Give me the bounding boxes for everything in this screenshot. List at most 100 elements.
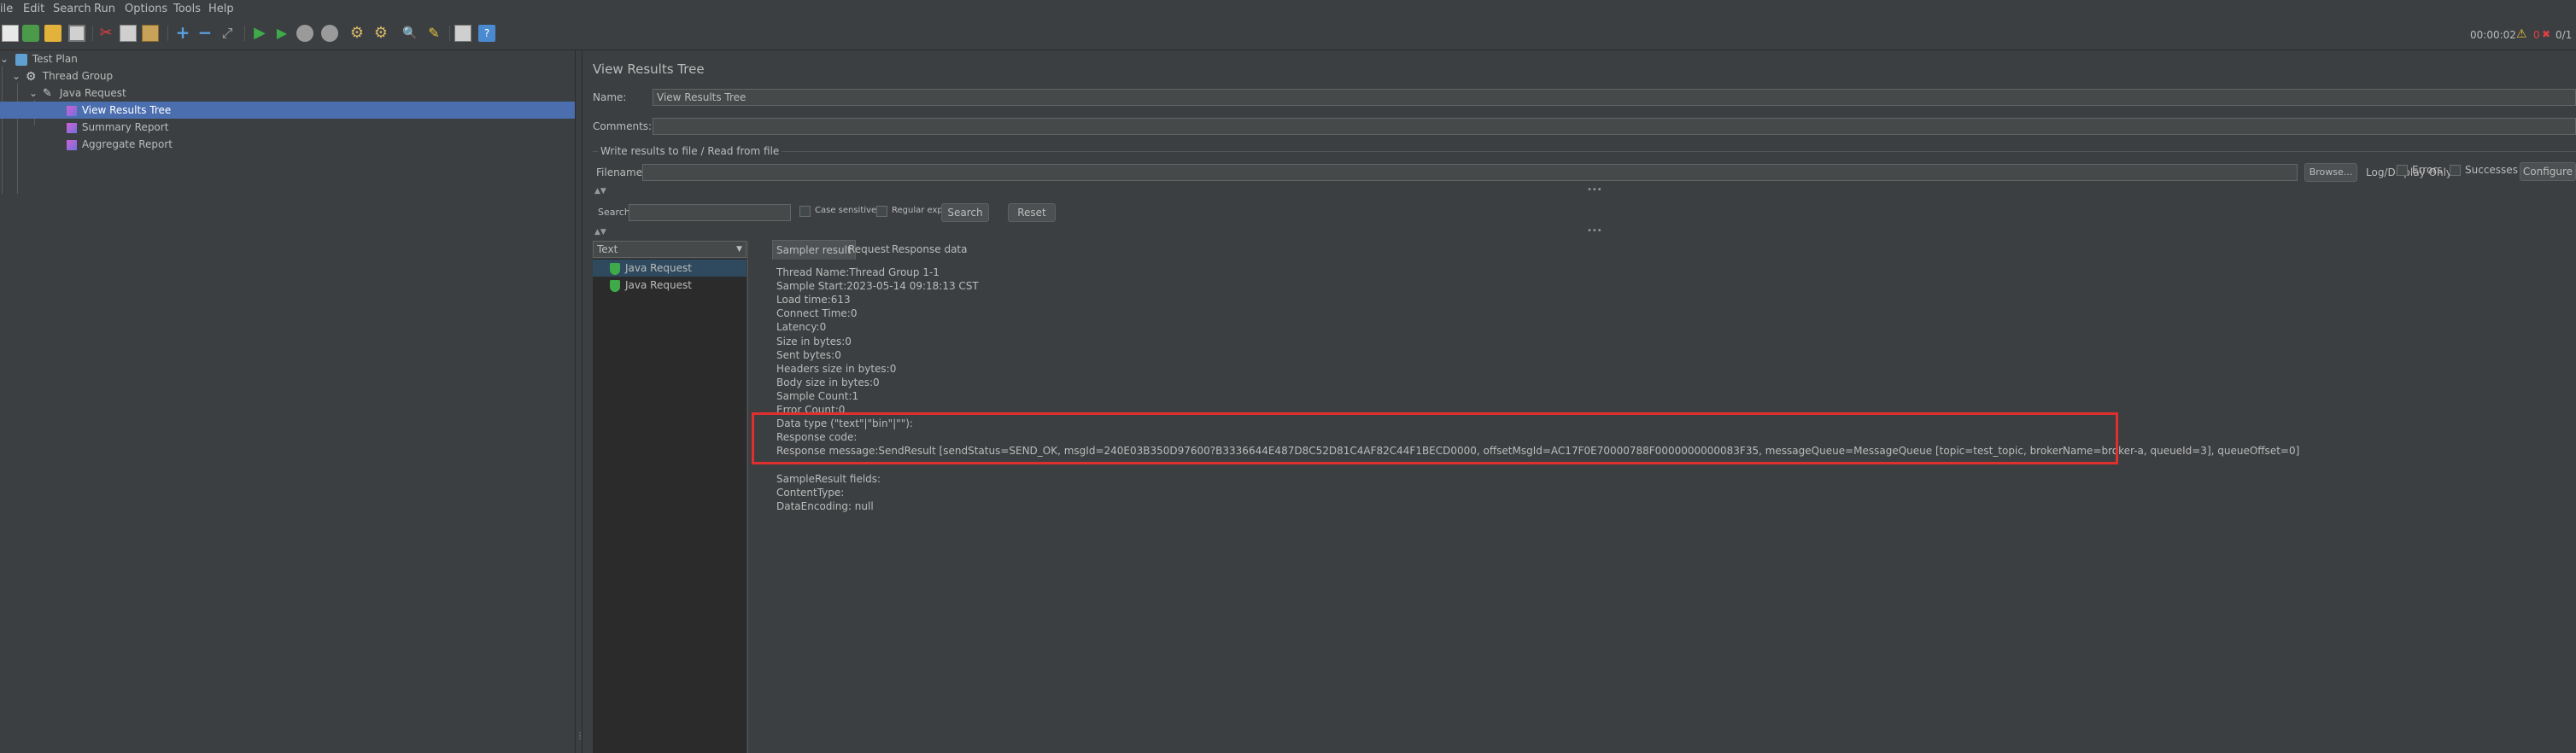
paste-icon[interactable]	[142, 25, 159, 42]
listener-icon	[66, 105, 77, 116]
renderer-select[interactable]: Text ▼	[593, 241, 746, 258]
results-splitter[interactable]	[747, 241, 753, 753]
menu-search[interactable]: Search	[53, 3, 91, 15]
filename-field[interactable]	[642, 164, 2298, 181]
tree-item-java-request[interactable]: ⌄ ✎ Java Request	[29, 85, 575, 102]
tree-item-test-plan[interactable]: ⌄ Test Plan	[0, 50, 575, 67]
tree-item-label: Thread Group	[42, 70, 114, 82]
tree-item-summary-report[interactable]: Summary Report	[0, 119, 575, 136]
expand-icon[interactable]: +	[174, 24, 191, 42]
errors-checkbox[interactable]	[2397, 165, 2408, 176]
toggle-icon[interactable]: ⤢	[219, 25, 236, 42]
browse-button[interactable]: Browse...	[2304, 163, 2357, 182]
tab-sampler-result[interactable]: Sampler result	[772, 240, 856, 260]
search-button[interactable]: Search	[941, 203, 989, 222]
sampler-result-line: Thread Name:Thread Group 1-1	[776, 266, 940, 278]
new-icon[interactable]	[2, 25, 19, 42]
tree-item-label: Summary Report	[81, 121, 169, 133]
sampler-result-line: Sample Count:1	[776, 389, 859, 402]
help-icon[interactable]: ?	[478, 25, 495, 42]
result-tabs: Sampler result Request Response data	[772, 240, 2576, 260]
sampler-result-line: Sample Start:2023-05-14 09:18:13 CST	[776, 280, 979, 293]
start-no-pause-icon[interactable]: ▶	[273, 25, 290, 42]
error-icon: ✖	[2542, 28, 2551, 40]
configure-button[interactable]: Configure	[2520, 162, 2576, 181]
function-helper-icon[interactable]	[454, 25, 471, 42]
shutdown-icon[interactable]	[321, 25, 338, 42]
drag-handle-icon[interactable]: •••	[1587, 185, 1602, 195]
page-title: View Results Tree	[593, 61, 705, 77]
copy-icon[interactable]	[120, 25, 137, 42]
collapse-arrows-icon[interactable]: ▲▼	[594, 228, 606, 236]
result-item-label: Java Request	[625, 262, 692, 274]
menu-run[interactable]: Run	[94, 3, 115, 15]
result-item-label: Java Request	[625, 279, 692, 291]
tree-item-aggregate-report[interactable]: Aggregate Report	[0, 136, 575, 153]
success-shield-icon	[610, 262, 620, 275]
comments-field[interactable]	[653, 118, 2576, 135]
chevron-down-icon[interactable]: ▼	[736, 242, 742, 257]
menu-options[interactable]: Options	[125, 3, 167, 15]
chevron-down-icon[interactable]: ⌄	[29, 85, 39, 102]
regular-exp-checkbox[interactable]	[876, 206, 887, 217]
drag-handle-icon[interactable]: •••	[1587, 226, 1602, 236]
tab-response-data[interactable]: Response data	[888, 240, 970, 259]
test-plan-icon	[15, 53, 27, 66]
renderer-select-value: Text	[597, 243, 618, 255]
stop-icon[interactable]	[296, 25, 313, 42]
sampler-result-line: Body size in bytes:0	[776, 376, 880, 388]
menu-edit[interactable]: Edit	[23, 3, 44, 15]
filename-label: Filename	[596, 166, 643, 178]
elapsed-time: 00:00:02	[2470, 29, 2516, 41]
tree-panel-splitter[interactable]: ⋮	[575, 50, 584, 753]
cut-icon[interactable]: ✂	[97, 25, 114, 42]
toolbar-separator	[167, 26, 168, 41]
sampler-result-line: SampleResult fields:	[776, 472, 881, 485]
save-icon[interactable]	[68, 25, 85, 42]
case-sensitive-label: Case sensitive	[815, 206, 877, 215]
result-item[interactable]: Java Request	[593, 260, 746, 277]
thread-count: 0/1	[2556, 29, 2573, 41]
tree-item-label: Java Request	[59, 87, 126, 99]
highlight-box	[752, 412, 2118, 464]
chevron-down-icon[interactable]: ⌄	[0, 50, 12, 67]
name-field[interactable]: View Results Tree	[653, 89, 2576, 106]
tab-request[interactable]: Request	[845, 240, 893, 259]
search-icon[interactable]: 🔍	[401, 25, 419, 42]
sampler-result-line: Headers size in bytes:0	[776, 362, 897, 375]
tree-item-thread-group[interactable]: ⌄ ⚙ Thread Group	[12, 67, 575, 85]
clear-all-icon[interactable]: ⚙	[372, 25, 389, 42]
reset-search-icon[interactable]: ✎	[425, 25, 442, 42]
menu-bar: ile Edit Search Run Options Tools Help	[0, 0, 2576, 19]
clear-icon[interactable]: ⚙	[348, 25, 366, 42]
tree-item-label: Test Plan	[32, 53, 78, 65]
file-group-label: Write results to file / Read from file	[598, 145, 782, 157]
name-label: Name:	[593, 91, 627, 103]
search-input[interactable]	[629, 204, 791, 221]
open-icon[interactable]	[44, 25, 61, 42]
templates-icon[interactable]	[22, 25, 39, 42]
comments-label: Comments:	[593, 120, 653, 132]
collapse-arrows-icon[interactable]: ▲▼	[594, 187, 606, 196]
tree-item-view-results-tree[interactable]: View Results Tree	[0, 102, 575, 119]
java-request-icon: ✎	[42, 86, 52, 100]
sampler-result-line: Size in bytes:0	[776, 335, 852, 347]
test-plan-tree: ⌄ Test Plan ⌄ ⚙ Thread Group ⌄ ✎ Java Requ…	[0, 50, 575, 753]
reset-button[interactable]: Reset	[1008, 203, 1056, 222]
successes-checkbox[interactable]	[2450, 165, 2461, 176]
start-icon[interactable]: ▶	[251, 25, 268, 42]
listener-icon	[66, 122, 77, 133]
group-border	[593, 151, 2576, 152]
listener-icon	[66, 139, 77, 150]
menu-help[interactable]: Help	[208, 3, 234, 15]
result-item[interactable]: Java Request	[593, 277, 746, 294]
sampler-result-line: DataEncoding: null	[776, 499, 874, 512]
sampler-result-line: ContentType:	[776, 486, 845, 499]
warning-count: 0	[2533, 29, 2540, 41]
collapse-icon[interactable]: −	[196, 24, 214, 42]
case-sensitive-checkbox[interactable]	[799, 206, 811, 217]
menu-file[interactable]: ile	[0, 3, 13, 15]
chevron-down-icon[interactable]: ⌄	[12, 67, 22, 85]
menu-tools[interactable]: Tools	[173, 3, 201, 15]
warning-icon[interactable]: ⚠	[2516, 27, 2530, 41]
